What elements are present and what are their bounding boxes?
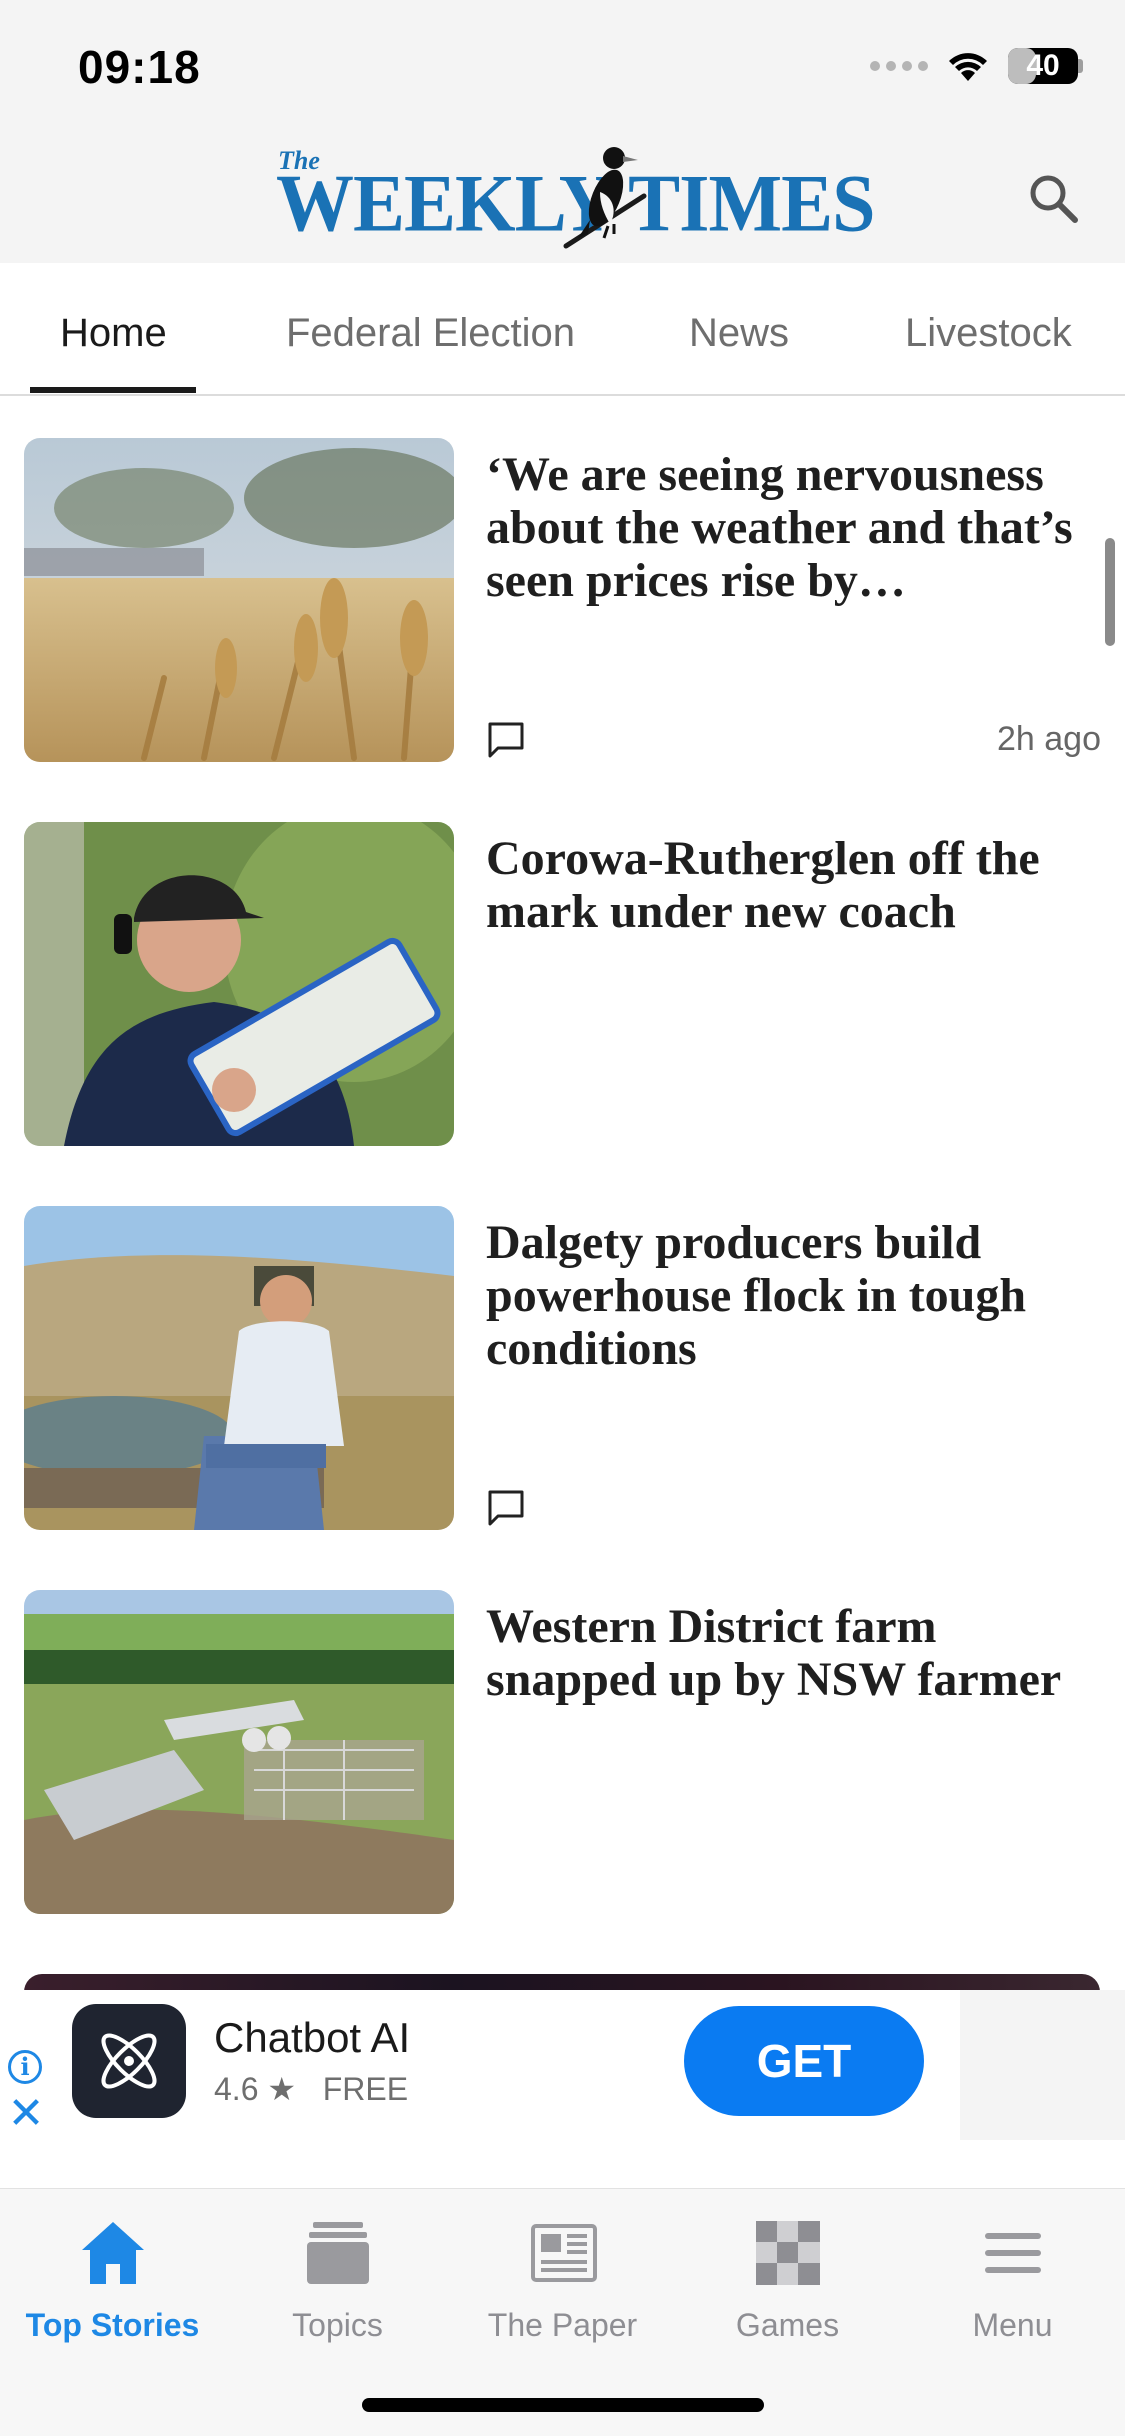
nav-the-paper[interactable]: The Paper — [450, 2213, 675, 2353]
tab-federal-election[interactable]: Federal Election — [286, 311, 575, 356]
search-icon — [1030, 175, 1078, 223]
tab-news[interactable]: News — [689, 311, 789, 356]
comment-icon[interactable] — [486, 720, 526, 760]
home-icon — [73, 2213, 153, 2293]
status-time: 09:18 — [78, 41, 201, 93]
article-headline[interactable]: Corowa-Rutherglen off the mark under new… — [486, 832, 1106, 938]
nav-games[interactable]: Games — [675, 2213, 900, 2353]
nav-top-stories[interactable]: Top Stories — [0, 2213, 225, 2353]
article-card[interactable]: Western District farm snapped up by NSW … — [0, 1590, 1125, 1920]
menu-icon — [973, 2213, 1053, 2293]
article-card[interactable]: Corowa-Rutherglen off the mark under new… — [0, 822, 1125, 1152]
app-header: 09:18 40 The WEEKLY TIMES — [0, 0, 1125, 263]
topics-icon — [298, 2213, 378, 2293]
chatbot-app-icon[interactable] — [72, 2004, 186, 2118]
article-timestamp: 2h ago — [997, 720, 1101, 758]
newspaper-icon — [523, 2213, 603, 2293]
weekly-times-logo[interactable]: The WEEKLY TIMES — [272, 140, 876, 255]
wifi-icon — [949, 53, 987, 81]
section-tabs: Home Federal Election News Livestock — [0, 263, 1125, 396]
nav-label: Topics — [292, 2307, 383, 2343]
active-tab-indicator — [30, 387, 196, 393]
nav-label: Games — [735, 2307, 840, 2343]
nav-menu[interactable]: Menu — [900, 2213, 1125, 2353]
tab-livestock[interactable]: Livestock — [905, 311, 1072, 356]
article-headline[interactable]: ‘We are seeing nervousness about the wea… — [486, 448, 1106, 607]
article-image-wheat[interactable] — [24, 438, 454, 762]
ad-app-title[interactable]: Chatbot AI — [214, 2014, 410, 2062]
tab-home[interactable]: Home — [60, 311, 167, 356]
article-image-coach[interactable] — [24, 822, 454, 1146]
ad-close-icon[interactable]: ✕ — [6, 2092, 46, 2136]
ad-rating-value: 4.6 — [214, 2071, 259, 2107]
search-button[interactable] — [1020, 165, 1086, 231]
battery-icon: 40 — [1008, 48, 1083, 84]
article-card[interactable]: ‘We are seeing nervousness about the wea… — [0, 438, 1125, 768]
star-icon: ★ — [267, 2071, 297, 2107]
games-icon — [748, 2213, 828, 2293]
home-indicator[interactable] — [362, 2398, 764, 2412]
article-image-farmer[interactable] — [24, 1206, 454, 1530]
ad-app-rating: 4.6 ★ FREE — [214, 2070, 408, 2108]
atom-icon — [101, 2033, 157, 2089]
article-headline[interactable]: Dalgety producers build powerhouse flock… — [486, 1216, 1106, 1375]
status-indicators: 40 — [870, 48, 1083, 84]
article-image-farm-aerial[interactable] — [24, 1590, 454, 1914]
ad-price: FREE — [322, 2071, 409, 2107]
cellular-signal-icon — [870, 61, 928, 71]
article-card[interactable]: Dalgety producers build powerhouse flock… — [0, 1206, 1125, 1536]
magpie-logo-icon — [563, 147, 647, 249]
ad-info-icon[interactable]: i — [8, 2050, 42, 2084]
nav-label: The Paper — [487, 2307, 638, 2343]
comment-icon[interactable] — [486, 1488, 526, 1528]
battery-percent: 40 — [1026, 49, 1060, 82]
nav-topics[interactable]: Topics — [225, 2213, 450, 2353]
nav-label: Top Stories — [25, 2307, 200, 2343]
ad-get-button[interactable]: GET — [684, 2006, 924, 2116]
article-headline[interactable]: Western District farm snapped up by NSW … — [486, 1600, 1106, 1706]
nav-label: Menu — [972, 2307, 1053, 2343]
